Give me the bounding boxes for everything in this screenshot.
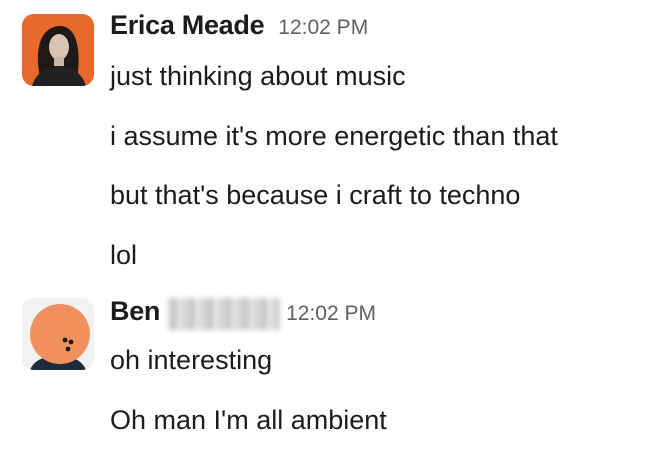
user-photo-icon [22,14,94,86]
message-text: but that's because i craft to techno [110,180,521,210]
message-text: Oh man I'm all ambient [110,405,387,435]
avatar[interactable] [22,14,94,86]
timestamp[interactable]: 12:02 PM [278,16,368,40]
timestamp[interactable]: 12:02 PM [286,302,376,326]
sender-name[interactable]: Ben [110,296,160,327]
message-text: lol [110,240,138,270]
sender-name[interactable]: Erica Meade [110,10,265,41]
avatar[interactable] [22,298,94,370]
redacted-surname [168,298,281,330]
message-header: Erica Meade 12:02 PM [110,10,368,46]
message-header: Ben 12:02 PM [110,296,376,332]
message-text: just thinking about music [110,61,406,91]
orange-face-icon [22,298,94,370]
message-text: oh interesting [110,345,273,375]
message-text: i assume it's more energetic than that [110,121,558,151]
